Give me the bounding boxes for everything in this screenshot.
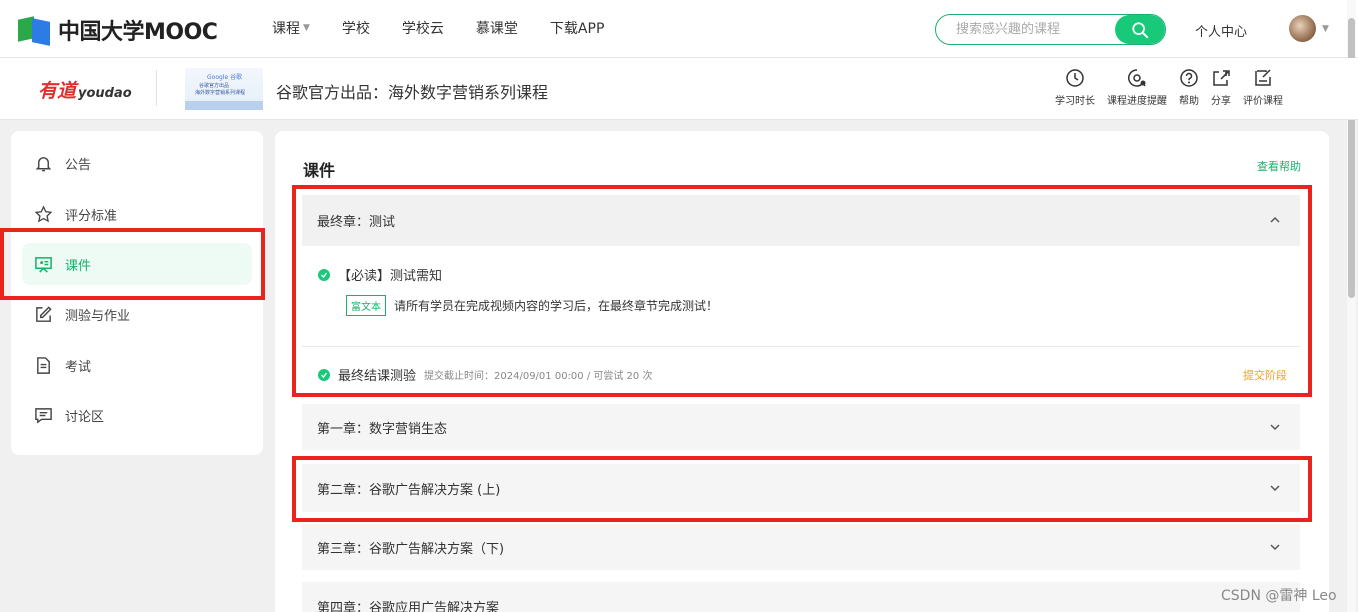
chevron-down-icon xyxy=(1270,544,1280,551)
annotation-box-courseware xyxy=(0,228,265,300)
logo-text: 中国大学MOOC xyxy=(58,20,218,45)
course-tools: 学习时长 课程进度提醒 帮助 分享 评价课程 xyxy=(1055,68,1295,107)
chapter-4[interactable]: 第四章：谷歌应用广告解决方案 xyxy=(302,582,1300,612)
search-box xyxy=(935,14,1166,45)
chevron-down-icon xyxy=(1270,424,1280,431)
review-icon xyxy=(1255,69,1271,86)
star-icon xyxy=(34,204,53,222)
chapter-1[interactable]: 第一章：数字营销生态 xyxy=(302,404,1300,450)
progress-reminder-icon xyxy=(1128,69,1146,87)
document-icon xyxy=(37,356,50,374)
nav-schools[interactable]: 学校 xyxy=(342,18,370,38)
nav-school-cloud[interactable]: 学校云 xyxy=(402,18,444,38)
share-icon xyxy=(1213,70,1230,86)
divider xyxy=(156,70,157,106)
chat-icon xyxy=(35,407,52,424)
tool-review-course[interactable]: 评价课程 xyxy=(1243,68,1283,107)
nav-download-app[interactable]: 下载APP xyxy=(550,18,604,38)
main-nav: 课程 ▼ 学校 学校云 慕课堂 下载APP xyxy=(272,18,636,38)
annotation-box-chapter-2 xyxy=(292,456,1312,522)
help-icon xyxy=(1180,69,1198,87)
youdao-logo[interactable]: 有道 youdao xyxy=(38,76,132,103)
menu-item-announcement[interactable]: 公告 xyxy=(22,142,252,184)
course-header: 有道 youdao Google 谷歌 谷歌官方出品 海外数字营销系列课程 谷歌… xyxy=(0,58,1358,120)
tool-progress-reminder[interactable]: 课程进度提醒 xyxy=(1107,68,1167,107)
annotation-box-final-chapter xyxy=(292,185,1312,397)
mooc-logo[interactable]: 中国大学MOOC xyxy=(18,14,218,46)
course-thumbnail[interactable]: Google 谷歌 谷歌官方出品 海外数字营销系列课程 xyxy=(185,68,263,110)
search-icon xyxy=(1132,21,1149,38)
search-input[interactable] xyxy=(936,15,1116,44)
caret-down-icon: ▼ xyxy=(303,23,310,33)
view-help-link[interactable]: 查看帮助 xyxy=(1257,158,1301,174)
avatar[interactable] xyxy=(1289,15,1316,42)
tool-help[interactable]: 帮助 xyxy=(1179,68,1199,107)
page-title: 课件 xyxy=(303,161,336,180)
tool-study-time[interactable]: 学习时长 xyxy=(1055,68,1095,107)
menu-item-exam[interactable]: 考试 xyxy=(22,344,252,386)
caret-down-icon[interactable]: ▼ xyxy=(1322,24,1329,34)
mooc-logo-icon xyxy=(18,16,54,46)
tool-share[interactable]: 分享 xyxy=(1211,68,1231,107)
top-navbar: 中国大学MOOC 课程▼ 学校 学校云 慕课堂 下载APP 个人中心 ▼ xyxy=(0,0,1358,58)
personal-center-link[interactable]: 个人中心 xyxy=(1195,21,1247,40)
chapter-3[interactable]: 第三章：谷歌广告解决方案（下) xyxy=(302,524,1300,570)
bell-icon xyxy=(35,156,52,171)
nav-courses[interactable]: 课程 ▼ xyxy=(272,18,310,38)
menu-item-discussion[interactable]: 讨论区 xyxy=(22,394,252,436)
watermark: CSDN @雷神 Leo xyxy=(1221,588,1337,604)
nav-mooc-class[interactable]: 慕课堂 xyxy=(476,18,518,38)
search-button[interactable] xyxy=(1115,15,1165,44)
edit-icon xyxy=(36,305,52,322)
clock-icon xyxy=(1066,69,1084,87)
course-title: 谷歌官方出品：海外数字营销系列课程 xyxy=(276,83,549,102)
